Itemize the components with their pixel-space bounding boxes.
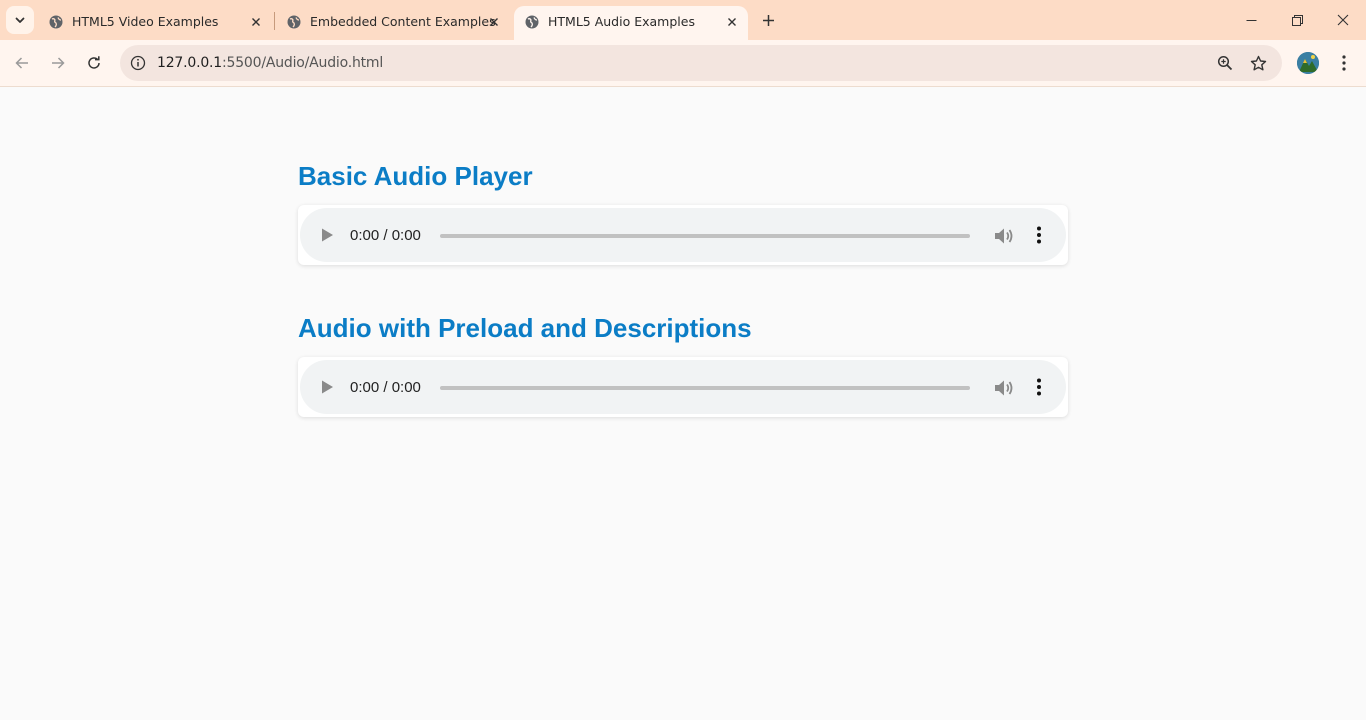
plus-icon bbox=[762, 14, 774, 26]
section-heading: Basic Audio Player bbox=[298, 161, 533, 191]
tab-video-examples[interactable]: HTML5 Video Examples bbox=[38, 6, 274, 40]
url-host: 127.0.0.1 bbox=[157, 55, 222, 71]
back-button[interactable] bbox=[8, 49, 36, 77]
volume-icon[interactable] bbox=[994, 379, 1014, 397]
chevron-down-icon bbox=[15, 17, 25, 23]
time-display: 0:00 / 0:00 bbox=[350, 227, 421, 244]
zoom-icon[interactable] bbox=[1215, 53, 1235, 73]
restore-button[interactable] bbox=[1274, 0, 1320, 40]
kebab-menu-icon bbox=[1342, 55, 1346, 71]
address-bar[interactable]: 127.0.0.1:5500/Audio/Audio.html bbox=[120, 45, 1282, 81]
section-heading: Audio with Preload and Descriptions bbox=[298, 313, 752, 343]
audio-player-container: 0:00 / 0:00 bbox=[298, 205, 1068, 265]
close-icon bbox=[1337, 14, 1349, 26]
seek-bar[interactable] bbox=[440, 234, 970, 238]
globe-icon bbox=[287, 15, 301, 29]
url-text[interactable]: 127.0.0.1:5500/Audio/Audio.html bbox=[157, 55, 383, 71]
close-window-button[interactable] bbox=[1320, 0, 1366, 40]
globe-icon bbox=[525, 15, 539, 29]
site-info-icon[interactable] bbox=[128, 53, 148, 73]
tab-title: HTML5 Audio Examples bbox=[548, 14, 695, 29]
tab-audio-examples[interactable]: HTML5 Audio Examples bbox=[514, 6, 748, 40]
more-options-icon[interactable] bbox=[1031, 225, 1047, 245]
forward-button[interactable] bbox=[44, 49, 72, 77]
restore-icon bbox=[1291, 14, 1303, 26]
close-icon[interactable] bbox=[248, 14, 264, 30]
minimize-button[interactable] bbox=[1228, 0, 1274, 40]
tab-embedded-examples[interactable]: Embedded Content Examples bbox=[276, 6, 512, 40]
browser-menu-button[interactable] bbox=[1333, 51, 1355, 75]
minimize-icon bbox=[1246, 19, 1256, 21]
tab-title: HTML5 Video Examples bbox=[72, 14, 219, 29]
browser-toolbar: 127.0.0.1:5500/Audio/Audio.html bbox=[0, 40, 1366, 87]
audio-player[interactable]: 0:00 / 0:00 bbox=[300, 208, 1066, 262]
close-icon[interactable] bbox=[724, 14, 740, 30]
play-icon[interactable] bbox=[320, 228, 334, 242]
time-display: 0:00 / 0:00 bbox=[350, 379, 421, 396]
new-tab-button[interactable] bbox=[756, 8, 780, 32]
more-options-icon[interactable] bbox=[1031, 377, 1047, 397]
audio-player[interactable]: 0:00 / 0:00 bbox=[300, 360, 1066, 414]
globe-icon bbox=[49, 15, 63, 29]
tab-title: Embedded Content Examples bbox=[310, 14, 496, 29]
bookmark-star-icon[interactable] bbox=[1248, 53, 1268, 73]
reload-button[interactable] bbox=[80, 49, 108, 77]
arrow-right-icon bbox=[52, 57, 65, 69]
audio-player-container: 0:00 / 0:00 bbox=[298, 357, 1068, 417]
url-path: :5500/Audio/Audio.html bbox=[222, 55, 384, 71]
tab-search-button[interactable] bbox=[6, 6, 34, 34]
arrow-left-icon bbox=[15, 57, 28, 69]
reload-icon bbox=[88, 56, 100, 69]
tab-strip: HTML5 Video Examples Embedded Content Ex… bbox=[0, 0, 1366, 40]
volume-icon[interactable] bbox=[994, 227, 1014, 245]
close-icon[interactable] bbox=[486, 14, 502, 30]
tab-separator bbox=[274, 12, 275, 30]
profile-avatar[interactable] bbox=[1297, 52, 1319, 74]
seek-bar[interactable] bbox=[440, 386, 970, 390]
play-icon[interactable] bbox=[320, 380, 334, 394]
